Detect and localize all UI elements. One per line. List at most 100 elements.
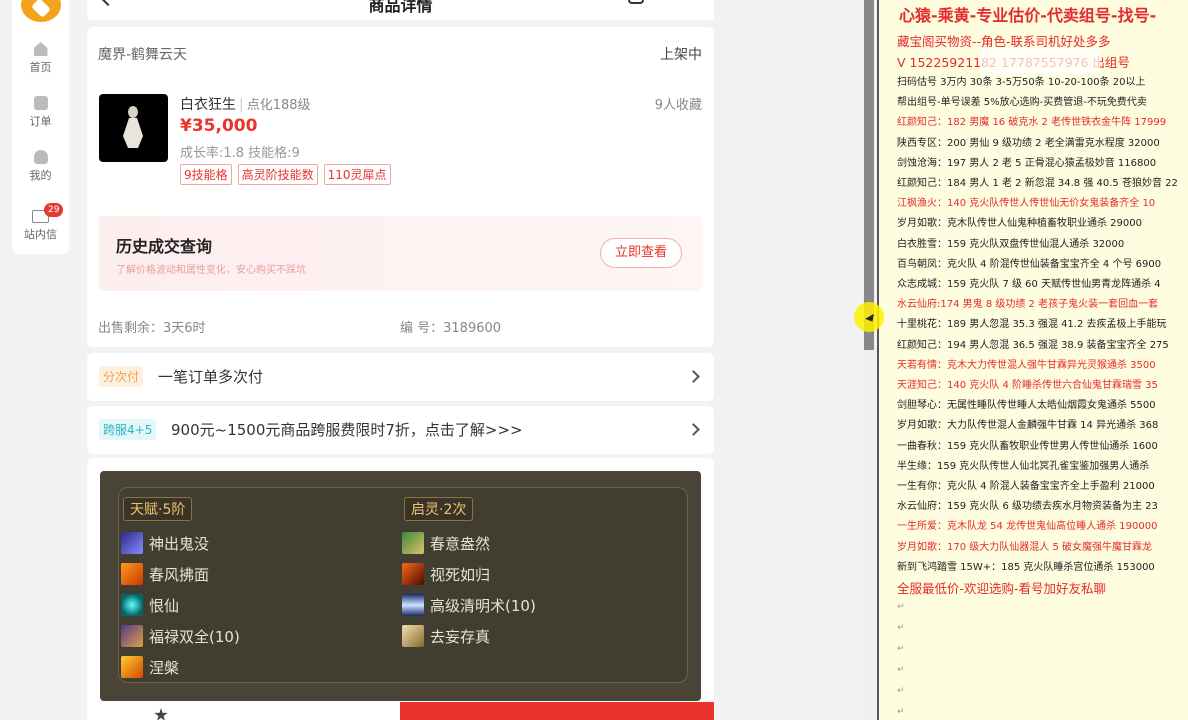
skill-icon: [121, 594, 143, 616]
share-icon[interactable]: [628, 0, 644, 4]
server-name: 魔界-鹤舞云天: [98, 47, 188, 63]
mouse-cursor-icon: [854, 302, 884, 332]
skill-name: 恨仙: [149, 596, 180, 615]
skill-name: 春意盎然: [430, 534, 491, 553]
skill-name: 高级清明术(10): [430, 596, 536, 615]
role-thumbnail[interactable]: [99, 94, 168, 162]
nav-mine-label: 我的: [29, 169, 52, 182]
role-tags: 9技能格 高灵阶技能数 110灵犀点: [180, 164, 391, 185]
page-title: 商品详情: [368, 0, 433, 15]
installment-text: 一笔订单多次付: [158, 368, 264, 386]
paragraph-mark-icon: ↵: [897, 623, 905, 634]
tag-high-skills: 高灵阶技能数: [237, 164, 318, 185]
character-body-icon: [123, 118, 143, 148]
history-title: 历史成交查询: [116, 237, 213, 256]
document-panel[interactable]: 心猿-乘黄-专业估价-代卖组号-找号- 藏宝阁买物资--角色-联系司机好处多多 V …: [877, 0, 1188, 720]
listing-status: 上架中: [660, 47, 702, 63]
scrollbar-thumb[interactable]: [864, 0, 874, 350]
doc-line: 陕西专区：200 男仙 9 级功绩 2 老全满雷克水程度 32000: [897, 137, 1160, 149]
nav-messages-label: 站内信: [24, 228, 57, 241]
doc-line: 水云仙府:174 男鬼 8 级功绩 2 老孩子鬼火装一套回血一套: [897, 299, 1159, 311]
doc-line: 天若有情：克木大力传世混人强牛甘霖异光灵猴通杀 3500: [897, 359, 1156, 371]
watermark-overlay: [980, 48, 1100, 76]
tag-skill-slots: 9技能格: [180, 164, 232, 185]
nav-mine[interactable]: 我的: [12, 150, 69, 183]
role-rates: 成长率:1.8 技能格:9: [180, 146, 300, 161]
paragraph-mark-icon: ↵: [897, 602, 905, 613]
doc-line: 新到飞鸿踏雪 15W+：185 克火队睡杀宫位通杀 153000: [897, 561, 1155, 573]
skill-name: 春风拂面: [149, 565, 210, 584]
doc-line: 一生有你：克火队 4 阶混人装备宝宝齐全上手盈利 21000: [897, 481, 1155, 492]
skill-icon: [121, 656, 143, 678]
chevron-right-icon: [687, 423, 700, 436]
doc-line: 众志成城：159 克火队 7 级 60 天赋传世仙男青龙阵通杀 4: [897, 279, 1161, 290]
doc-line: 帮出组号-单号误差 5%放心选购-买费管退-不玩免费代卖: [897, 97, 1147, 109]
skill-icon: [402, 563, 424, 585]
star-icon[interactable]: [154, 708, 168, 720]
message-count-badge: 29: [44, 203, 64, 217]
role-name: 白衣狂生: [180, 97, 236, 113]
installment-row[interactable]: 分次付 一笔订单多次付: [87, 353, 714, 401]
skill-item[interactable]: 涅槃: [121, 656, 179, 678]
chevron-right-icon: [687, 370, 700, 383]
tag-lingxi: 110灵犀点: [323, 164, 391, 185]
sale-remaining: 出售剩余：3天6时: [98, 321, 206, 336]
character-head-icon: [128, 106, 138, 118]
skill-name: 福禄双全(10): [149, 627, 240, 646]
doc-line: 江枫渔火：140 克火队传世人传世仙无价女鬼装备齐全 10: [897, 198, 1156, 210]
order-icon: [33, 96, 48, 110]
skill-icon: [121, 625, 143, 647]
doc-line: 半生缘：159 克火队传世人仙北冥孔雀宝鉴加强男人通杀: [897, 460, 1150, 472]
app-logo-icon[interactable]: [21, 0, 61, 22]
skill-icon: [121, 563, 143, 585]
skill-item[interactable]: 神出鬼没: [121, 532, 209, 554]
skill-item[interactable]: 春意盎然: [402, 532, 490, 554]
paragraph-mark-icon: ↵: [897, 665, 905, 676]
doc-title: 心猿-乘黄-专业估价-代卖组号-找号-: [899, 6, 1157, 25]
skills-panel: 天赋·5阶 启灵·2次 神出鬼没 春风拂面 恨仙 福禄双全(10) 涅槃 春意盎…: [100, 471, 701, 701]
product-card: 魔界-鹤舞云天 上架中 白衣狂生 | 点化188级 9人收藏 ¥35,000 成长率…: [87, 27, 714, 347]
skill-item[interactable]: 福禄双全(10): [121, 625, 240, 647]
nav-orders[interactable]: 订单: [12, 96, 69, 129]
doc-line: 红颜知己：194 男人忽混 36.5 强混 38.9 装备宝宝齐全 275: [897, 339, 1169, 351]
doc-line: 白衣胜雪：159 克火队双盘传世仙混人通杀 32000: [897, 238, 1125, 250]
cross-server-row[interactable]: 跨服4+5 900元~1500元商品跨服费限时7折，点击了解>>>: [87, 406, 714, 454]
doc-line: 全服最低价-欢迎选购-看号加好友私聊: [897, 581, 1107, 596]
history-subtitle: 了解价格波动和属性变化，安心购买不踩坑: [116, 265, 306, 276]
doc-line: 水云仙府：159 克火队 6 级功绩去疾水月物资装备为主 23: [897, 501, 1158, 513]
doc-line: 一曲春秋：159 克火队畜牧职业传世男人传世仙通杀 1600: [897, 440, 1158, 452]
paragraph-mark-icon: ↵: [897, 707, 905, 718]
skill-icon: [402, 625, 424, 647]
cross-server-text: 900元~1500元商品跨服费限时7折，点击了解>>>: [171, 421, 523, 439]
doc-line: 红颜知己：184 男人 1 老 2 新忽混 34.8 强 40.5 苍狼妙音 2…: [897, 178, 1178, 189]
nav-home[interactable]: 首页: [12, 42, 69, 75]
doc-line: 岁月如歌：大力队传世混人金麟强牛甘霖 14 异光通杀 368: [897, 420, 1159, 432]
bottom-action-bar: [87, 702, 714, 720]
skill-item[interactable]: 恨仙: [121, 594, 179, 616]
skill-name: 视死如归: [430, 565, 491, 584]
skills-frame: 天赋·5阶 启灵·2次 神出鬼没 春风拂面 恨仙 福禄双全(10) 涅槃 春意盎…: [118, 487, 688, 683]
left-nav: 首页 订单 我的 29 站内信: [12, 0, 69, 254]
doc-line: 十里桃花：189 男人忽混 35.3 强混 41.2 去疾孟极上手能玩: [897, 319, 1167, 331]
view-history-button[interactable]: 立即查看: [600, 238, 682, 268]
skill-name: 去妄存真: [430, 627, 491, 646]
doc-line: 剑蚀沧海：197 男人 2 老 5 正骨混心猿孟极妙音 116800: [897, 157, 1157, 169]
doc-line: 一生所爱：克木队龙 54 龙传世鬼仙高位睡人通杀 190000: [897, 521, 1158, 533]
nav-home-label: 首页: [29, 61, 52, 74]
paragraph-mark-icon: ↵: [897, 686, 905, 697]
doc-line: 红颜知己：182 男魔 16 破克水 2 老传世铁衣金牛阵 17999: [897, 117, 1167, 129]
skill-item[interactable]: 去妄存真: [402, 625, 490, 647]
skill-item[interactable]: 春风拂面: [121, 563, 209, 585]
serial-number: 编 号：3189600: [400, 321, 502, 336]
nav-messages[interactable]: 29 站内信: [12, 203, 69, 242]
buy-button[interactable]: [400, 702, 714, 720]
home-icon: [33, 42, 48, 56]
role-info: 白衣狂生 | 点化188级: [180, 97, 311, 113]
talent-heading: 天赋·5阶: [123, 497, 193, 521]
qiling-heading: 启灵·2次: [404, 497, 474, 521]
history-query-banner[interactable]: 历史成交查询 了解价格波动和属性变化，安心购买不踩坑 立即查看: [99, 216, 702, 291]
skill-item[interactable]: 高级清明术(10): [402, 594, 536, 616]
skill-icon: [121, 532, 143, 554]
skill-item[interactable]: 视死如归: [402, 563, 490, 585]
doc-line: 剑胆琴心：无属性睡队传世睡人太皓仙烟霞女鬼通杀 5500: [897, 400, 1156, 412]
